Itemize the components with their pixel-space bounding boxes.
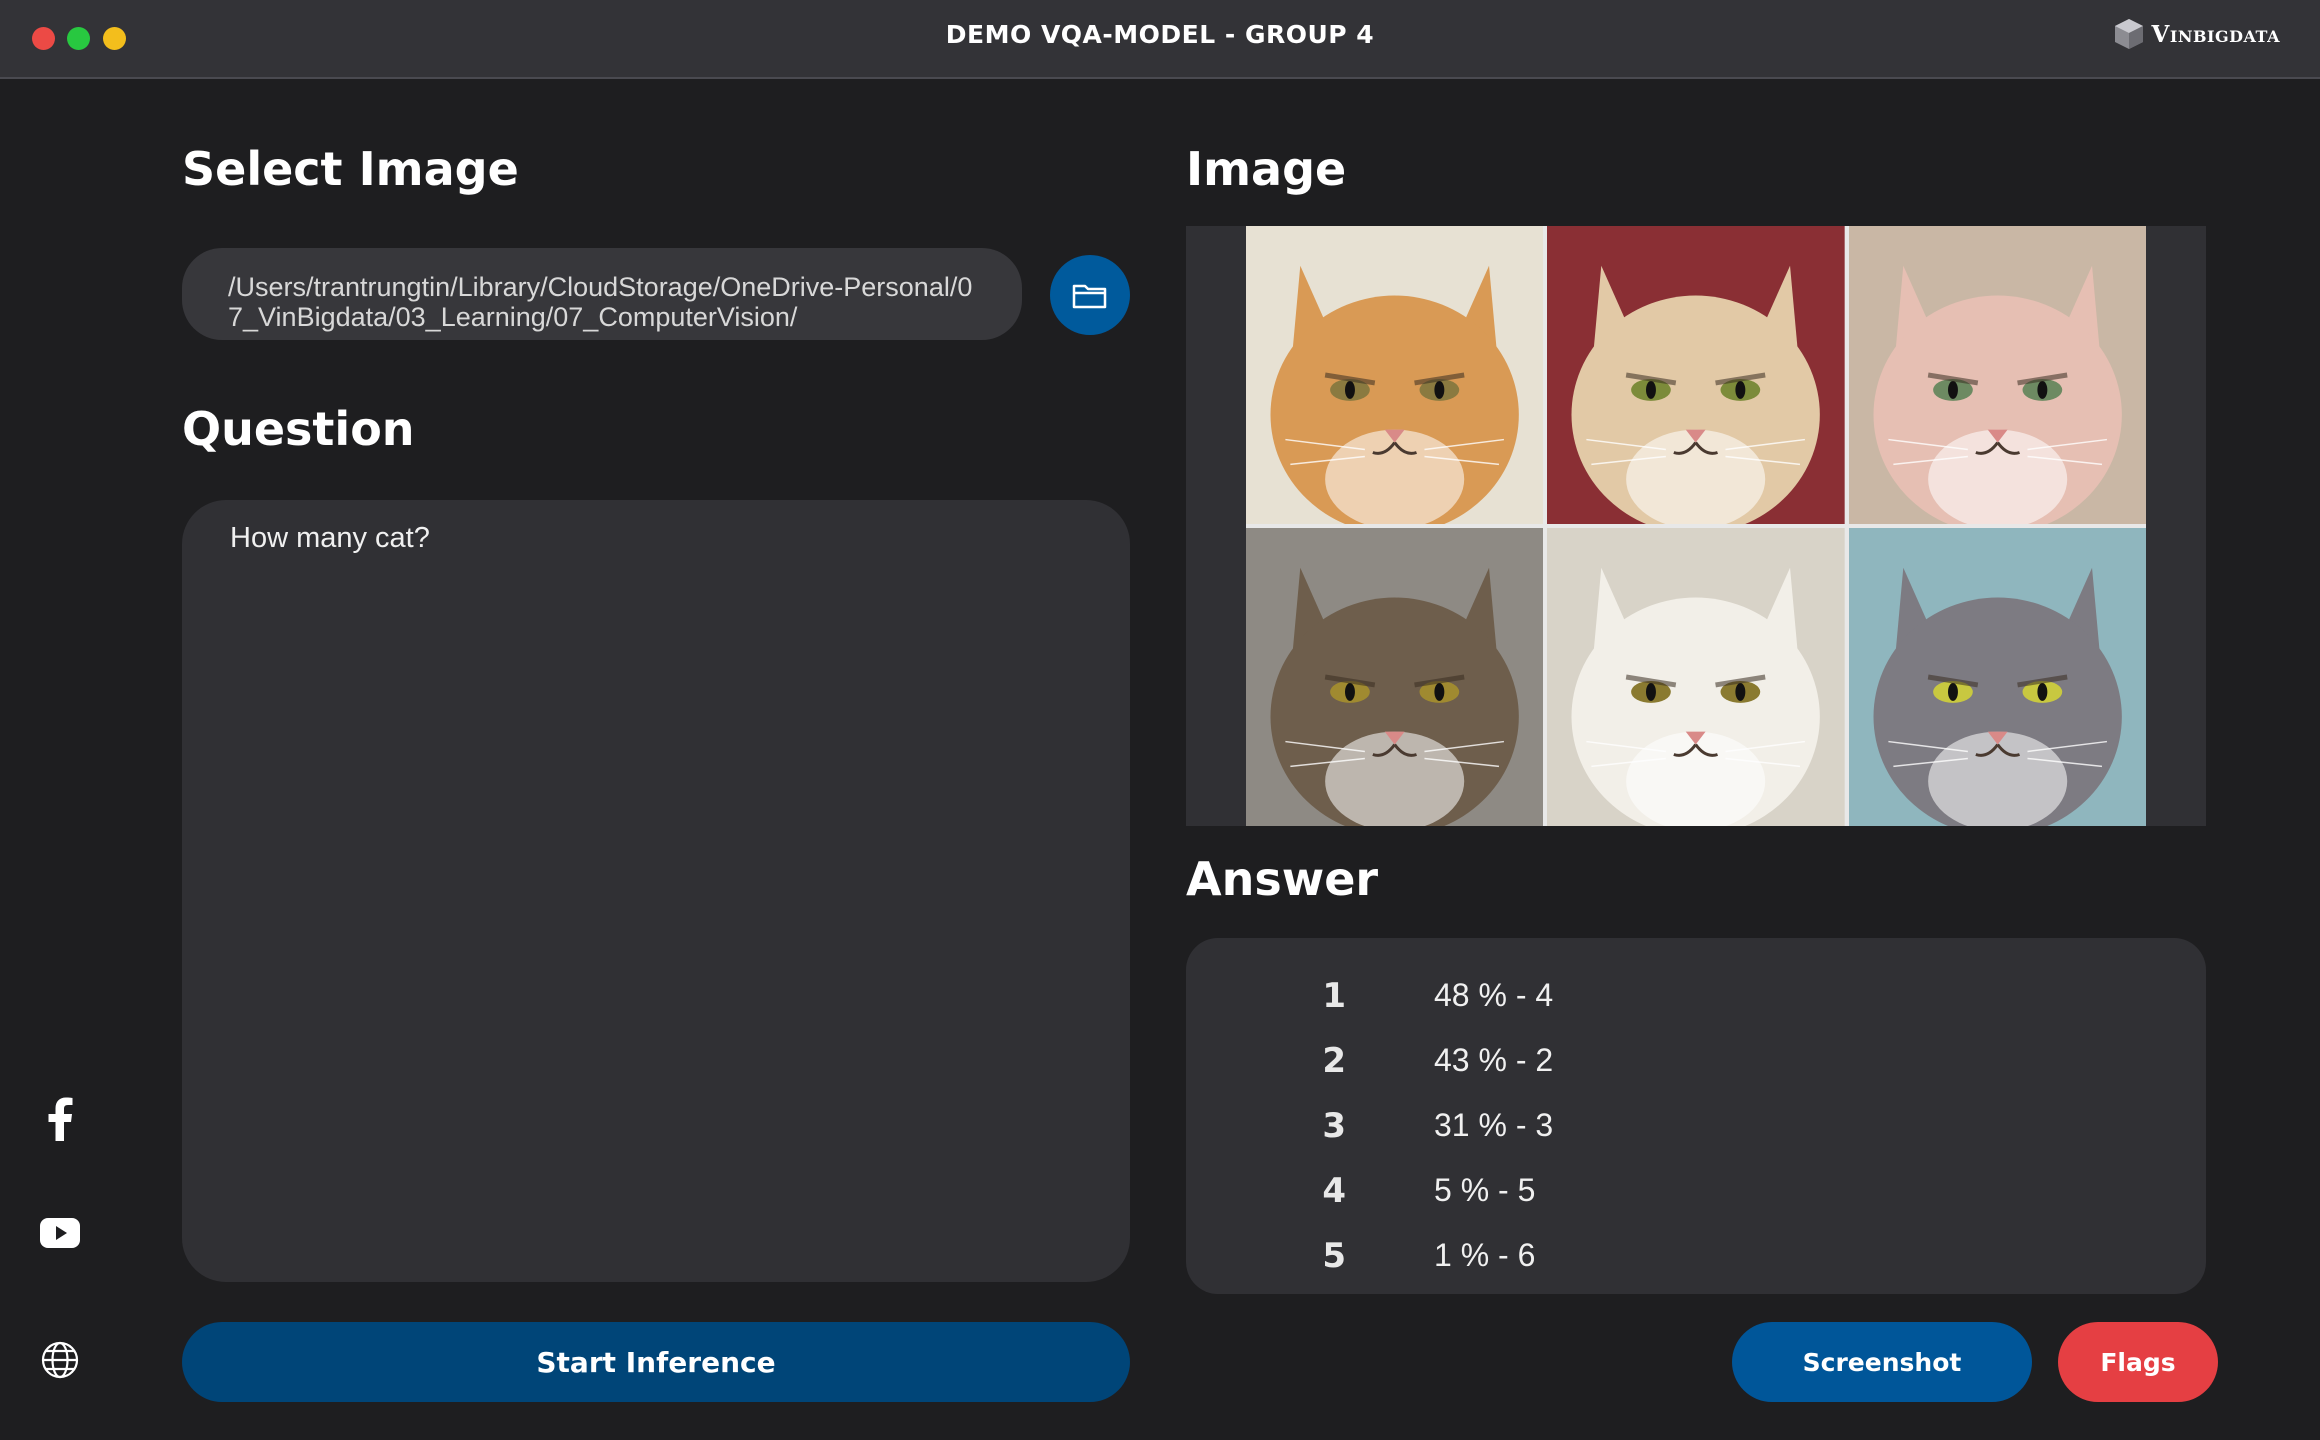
cat-photo bbox=[1246, 226, 1544, 524]
cat-photo bbox=[1848, 528, 2146, 826]
answer-row: 2 43 % - 2 bbox=[1186, 1028, 2206, 1093]
answer-rank: 5 bbox=[1322, 1235, 1346, 1276]
youtube-link[interactable] bbox=[36, 1209, 84, 1257]
question-input[interactable]: How many cat? bbox=[182, 500, 1130, 1282]
cat-photo bbox=[1547, 528, 1845, 826]
answer-rank: 4 bbox=[1322, 1170, 1346, 1211]
image-path-value: /Users/trantrungtin/Library/CloudStorage… bbox=[228, 272, 973, 332]
answer-rank: 1 bbox=[1322, 975, 1346, 1016]
question-text: How many cat? bbox=[230, 522, 430, 554]
image-heading: Image bbox=[1186, 142, 1347, 196]
brand-logo: Vinbigdata bbox=[2112, 17, 2281, 51]
answer-row: 3 31 % - 3 bbox=[1186, 1093, 2206, 1158]
youtube-icon bbox=[40, 1218, 80, 1248]
answer-list: 1 48 % - 4 2 43 % - 2 3 31 % - 3 4 5 % -… bbox=[1186, 938, 2206, 1294]
app-window: DEMO VQA-MODEL - GROUP 4 Vinbigdata Sele… bbox=[0, 0, 2320, 1440]
brand-name: Vinbigdata bbox=[2151, 20, 2280, 48]
facebook-link[interactable] bbox=[36, 1095, 84, 1143]
answer-row: 4 5 % - 5 bbox=[1186, 1158, 2206, 1223]
answer-value: 31 % - 3 bbox=[1434, 1107, 1554, 1143]
start-inference-button[interactable]: Start Inference bbox=[182, 1322, 1130, 1402]
window-title: DEMO VQA-MODEL - GROUP 4 bbox=[945, 20, 1375, 49]
browse-folder-button[interactable] bbox=[1050, 255, 1130, 335]
title-bar: DEMO VQA-MODEL - GROUP 4 Vinbigdata bbox=[0, 0, 2320, 79]
answer-value: 5 % - 5 bbox=[1434, 1172, 1536, 1208]
select-image-heading: Select Image bbox=[182, 142, 519, 196]
answer-value: 1 % - 6 bbox=[1434, 1237, 1536, 1273]
globe-icon bbox=[41, 1341, 79, 1379]
answer-value: 48 % - 4 bbox=[1434, 977, 1554, 1013]
answer-row: 1 48 % - 4 bbox=[1186, 963, 2206, 1028]
flags-button[interactable]: Flags bbox=[2058, 1322, 2218, 1402]
cat-photo bbox=[1547, 226, 1845, 524]
image-path-field[interactable]: /Users/trantrungtin/Library/CloudStorage… bbox=[182, 248, 1022, 340]
answer-heading: Answer bbox=[1186, 852, 1379, 906]
cat-photo bbox=[1246, 528, 1544, 826]
image-preview bbox=[1186, 226, 2206, 826]
facebook-icon bbox=[48, 1097, 73, 1141]
answer-rank: 2 bbox=[1322, 1040, 1346, 1081]
cat-photo bbox=[1848, 226, 2146, 524]
folder-icon bbox=[1072, 284, 1107, 309]
answer-rank: 3 bbox=[1322, 1105, 1346, 1146]
answer-value: 43 % - 2 bbox=[1434, 1042, 1554, 1078]
image-grid bbox=[1246, 226, 2146, 826]
answer-row: 5 1 % - 6 bbox=[1186, 1223, 2206, 1288]
question-heading: Question bbox=[182, 402, 415, 456]
screenshot-button[interactable]: Screenshot bbox=[1732, 1322, 2032, 1402]
website-link[interactable] bbox=[36, 1336, 84, 1384]
vinbigdata-logo-icon bbox=[2114, 19, 2143, 49]
